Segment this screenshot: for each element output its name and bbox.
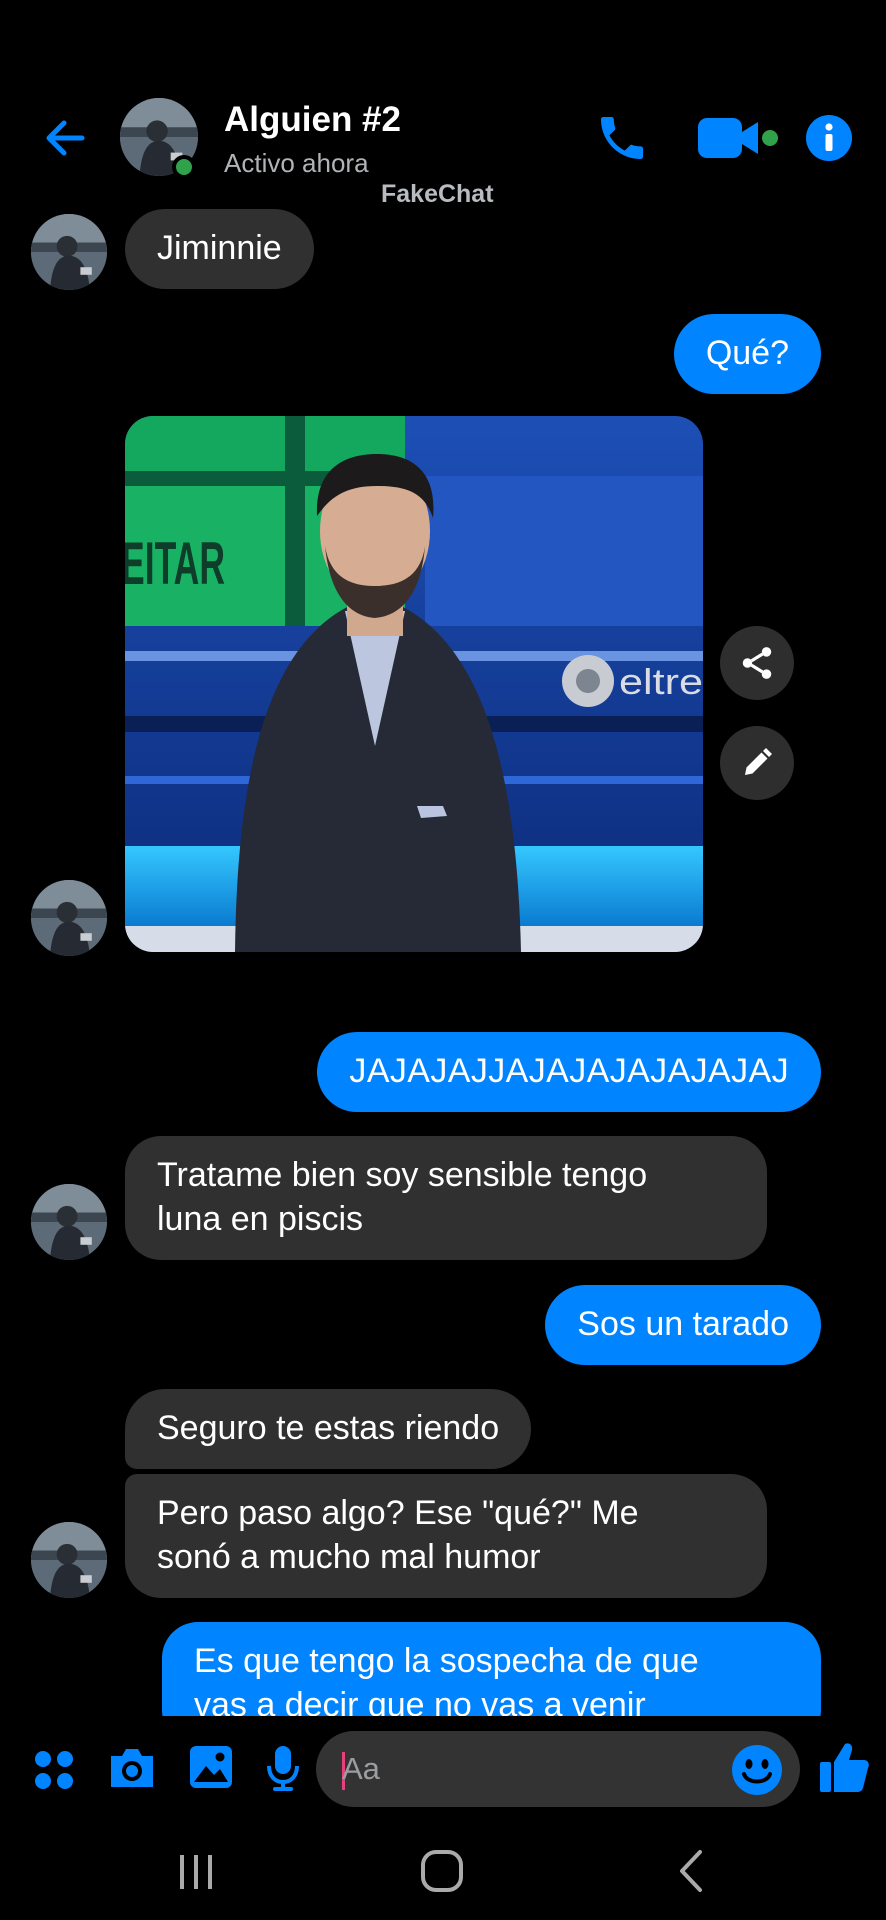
message-bubble-incoming[interactable]: Seguro te estas riendo (125, 1389, 532, 1469)
tv-logo: eltre (562, 655, 703, 707)
message-text: Jiminnie (157, 229, 282, 267)
message-input-placeholder: Aa (342, 1751, 380, 1786)
message-bubble-outgoing[interactable]: Es que tengo la sospecha de que vas a de… (162, 1622, 821, 1716)
watermark-label: FakeChat (381, 180, 494, 208)
info-icon[interactable] (805, 114, 853, 167)
image-message[interactable]: EITAR eltre (125, 416, 703, 952)
home-icon[interactable] (420, 1849, 464, 1898)
sender-avatar[interactable] (31, 214, 107, 290)
apps-grid-icon[interactable] (33, 1749, 75, 1796)
message-bubble-incoming[interactable]: Jiminnie (125, 209, 314, 289)
message-scroll-clip: Es que tengo la sospecha de que vas a de… (0, 1560, 886, 1716)
screen-text: EITAR (125, 530, 225, 597)
contact-status: Activo ahora (224, 148, 369, 178)
message-bubble-outgoing[interactable]: JAJAJAJJAJAJAJAJAJAJAJ (317, 1032, 821, 1112)
message-text-line: Pero paso algo? Ese "qué?" Me (157, 1494, 639, 1532)
online-status-dot (172, 155, 196, 179)
microphone-icon[interactable] (266, 1744, 300, 1797)
message-text-line: vas a decir que no vas a venir (194, 1686, 646, 1716)
recents-icon[interactable] (176, 1853, 216, 1896)
message-input[interactable] (316, 1731, 800, 1807)
back-arrow-icon[interactable] (40, 112, 92, 164)
message-bubble-outgoing[interactable]: Sos un tarado (545, 1285, 821, 1365)
share-icon[interactable] (720, 626, 794, 700)
thumbs-up-icon[interactable] (818, 1740, 870, 1799)
message-text-line: Es que tengo la sospecha de que (194, 1642, 699, 1680)
message-text-line: luna en piscis (157, 1200, 364, 1238)
message-text: Qué? (705, 334, 789, 372)
message-text-line: Tratame bien soy sensible tengo (157, 1156, 648, 1194)
message-bubble-incoming[interactable]: Tratame bien soy sensible tengo luna en … (125, 1136, 767, 1260)
message-text: Sos un tarado (577, 1305, 789, 1343)
message-text: Seguro te estas riendo (157, 1409, 500, 1447)
tv-logo-label: eltre (619, 661, 703, 702)
phone-icon[interactable] (594, 110, 650, 171)
emoji-icon[interactable] (731, 1744, 783, 1801)
contact-name[interactable]: Alguien #2 (224, 100, 401, 140)
sender-avatar[interactable] (31, 1184, 107, 1260)
gallery-icon[interactable] (188, 1744, 234, 1795)
video-camera-icon[interactable] (696, 114, 782, 167)
camera-icon[interactable] (107, 1746, 157, 1795)
edit-icon[interactable] (720, 726, 794, 800)
back-icon[interactable] (676, 1848, 706, 1899)
message-text: JAJAJAJJAJAJAJAJAJAJAJ (349, 1052, 789, 1090)
message-bubble-outgoing[interactable]: Qué? (673, 314, 821, 394)
sender-avatar[interactable] (31, 880, 107, 956)
